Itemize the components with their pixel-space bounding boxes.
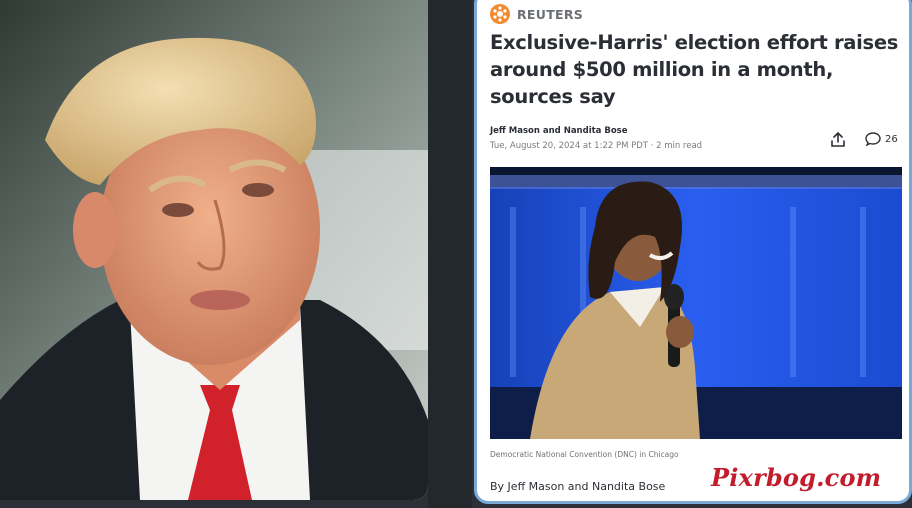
left-photo[interactable] bbox=[0, 0, 428, 500]
image-caption: Democratic National Convention (DNC) in … bbox=[490, 450, 679, 459]
divider bbox=[428, 0, 472, 508]
reuters-logo-icon bbox=[490, 4, 510, 24]
article-card[interactable]: REUTERS Exclusive-Harris' election effor… bbox=[474, 0, 912, 504]
portrait-image bbox=[0, 0, 428, 500]
article-headline[interactable]: Exclusive-Harris' election effort raises… bbox=[490, 29, 908, 110]
comments-button[interactable]: 26 bbox=[865, 132, 898, 146]
hero-photo bbox=[490, 167, 902, 439]
comment-count: 26 bbox=[885, 133, 898, 145]
comment-icon bbox=[865, 132, 881, 146]
byline-bottom: By Jeff Mason and Nandita Bose bbox=[490, 480, 666, 493]
article-hero-image[interactable] bbox=[490, 167, 902, 439]
source-name[interactable]: REUTERS bbox=[517, 7, 583, 22]
article-dateline: Tue, August 20, 2024 at 1:22 PM PDT · 2 … bbox=[490, 141, 703, 151]
article-authors: Jeff Mason and Nandita Bose bbox=[490, 126, 628, 136]
watermark-logo: Pixrbog.com bbox=[711, 463, 882, 492]
source-row[interactable]: REUTERS bbox=[490, 4, 583, 24]
share-icon[interactable] bbox=[829, 131, 847, 149]
